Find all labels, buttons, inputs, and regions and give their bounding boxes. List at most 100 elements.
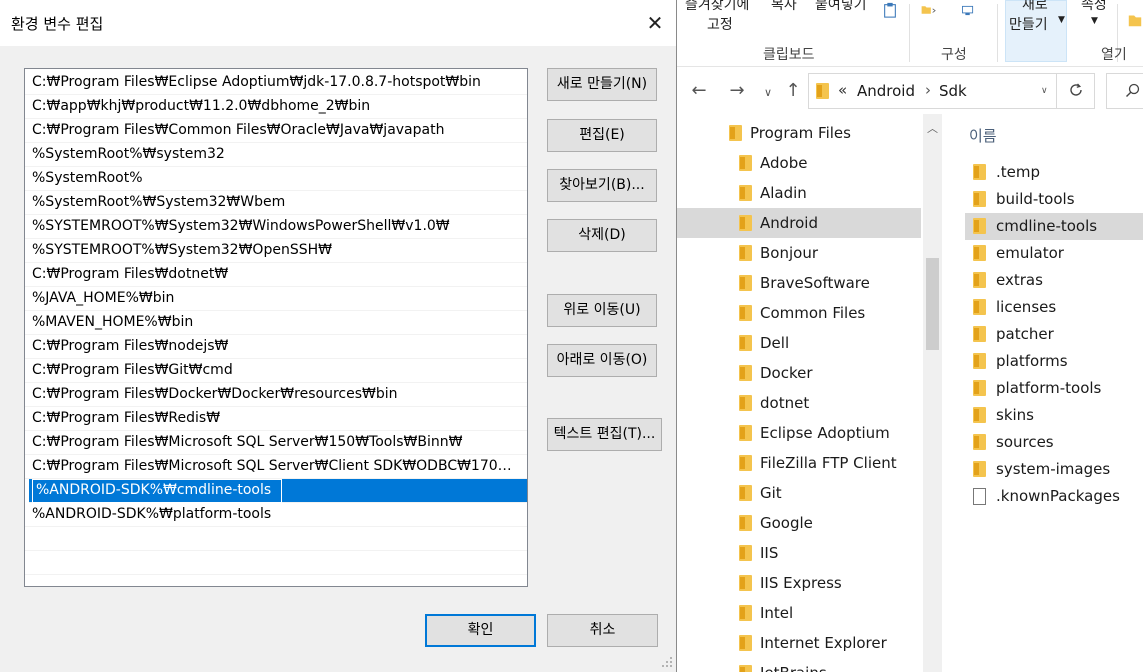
path-entry[interactable]: %ANDROID-SDK%₩cmdline-tools (29, 479, 527, 503)
folder-icon (973, 326, 986, 342)
path-entry[interactable]: %SystemRoot%₩system32 (25, 143, 527, 167)
nav-tree-item[interactable]: dotnet (677, 388, 921, 418)
ok-button[interactable]: 확인 (425, 614, 536, 647)
folder-icon (973, 164, 986, 180)
new-folder-button[interactable]: 새로 만들기 ▼ (1005, 0, 1067, 62)
cancel-button[interactable]: 취소 (547, 614, 658, 647)
path-entry[interactable]: C:₩Program Files₩Microsoft SQL Server₩Cl… (25, 455, 527, 479)
file-list-item[interactable]: system-images (965, 456, 1143, 483)
refresh-button[interactable] (1056, 73, 1095, 109)
nav-tree-item[interactable]: Program Files (677, 118, 921, 148)
resize-grip-icon[interactable] (660, 655, 674, 669)
nav-tree-item[interactable]: Dell (677, 328, 921, 358)
pin-quick-access-label-2[interactable]: 고정 (707, 14, 733, 34)
nav-tree-item[interactable]: Bonjour (677, 238, 921, 268)
path-list[interactable]: C:₩Program Files₩Eclipse Adoptium₩jdk-17… (24, 68, 528, 587)
nav-tree-item[interactable]: Internet Explorer (677, 628, 921, 658)
paste-button[interactable]: 붙여넣기 (815, 0, 867, 14)
back-button[interactable]: ← (688, 80, 710, 101)
navigation-scrollbar[interactable]: ︿ (923, 114, 942, 672)
move-up-button[interactable]: 위로 이동(U) (547, 294, 657, 327)
address-segment-android[interactable]: Android (857, 82, 915, 100)
path-entry[interactable]: %SystemRoot% (25, 167, 527, 191)
file-list-item[interactable]: extras (965, 267, 1143, 294)
nav-tree-item[interactable]: Intel (677, 598, 921, 628)
path-entry[interactable]: C:₩Program Files₩nodejs₩ (25, 335, 527, 359)
address-bar[interactable]: « Android › Sdk ∨ (808, 73, 1095, 109)
file-list-item[interactable]: build-tools (965, 186, 1143, 213)
nav-tree-item[interactable]: Common Files (677, 298, 921, 328)
file-list-item[interactable]: sources (965, 429, 1143, 456)
path-entry[interactable]: C:₩Program Files₩dotnet₩ (25, 263, 527, 287)
path-entry[interactable]: C:₩Program Files₩Common Files₩Oracle₩Jav… (25, 119, 527, 143)
clipboard-icon[interactable] (882, 2, 898, 18)
folder-icon (739, 155, 752, 171)
nav-tree-item[interactable]: JetBrains (677, 658, 921, 672)
up-button[interactable]: ↑ (782, 80, 804, 101)
folder-icon (816, 83, 829, 99)
file-list-item-name: skins (996, 406, 1034, 424)
file-list-item[interactable]: platform-tools (965, 375, 1143, 402)
scrollbar-thumb[interactable] (926, 258, 939, 350)
folder-icon (739, 275, 752, 291)
path-entry-text: C:₩Program Files₩Microsoft SQL Server₩15… (32, 434, 463, 450)
scroll-up-icon[interactable]: ︿ (923, 120, 942, 136)
browse-button[interactable]: 찾아보기(B)... (547, 169, 657, 202)
path-entry-text: C:₩Program Files₩Microsoft SQL Server₩Cl… (32, 458, 524, 474)
nav-tree-item[interactable]: Android (677, 208, 921, 238)
address-overflow-icon[interactable]: « (838, 81, 847, 99)
path-entry[interactable]: %SYSTEMROOT%₩System32₩OpenSSH₩ (25, 239, 527, 263)
file-list-item[interactable]: .temp (965, 159, 1143, 186)
nav-tree-item[interactable]: BraveSoftware (677, 268, 921, 298)
path-entry[interactable]: %SYSTEMROOT%₩System32₩WindowsPowerShell₩… (25, 215, 527, 239)
file-list-item[interactable]: platforms (965, 348, 1143, 375)
new-button[interactable]: 새로 만들기(N) (547, 68, 657, 101)
recent-locations-button[interactable]: ∨ (757, 86, 779, 99)
delete-button[interactable]: 삭제(D) (547, 219, 657, 252)
open-icon[interactable] (1127, 12, 1143, 28)
nav-tree-item[interactable]: Adobe (677, 148, 921, 178)
nav-tree-item[interactable]: FileZilla FTP Client (677, 448, 921, 478)
nav-tree-item[interactable]: Docker (677, 358, 921, 388)
move-to-icon[interactable] (921, 2, 937, 18)
address-segment-sdk[interactable]: Sdk (939, 82, 967, 100)
file-list-item[interactable]: skins (965, 402, 1143, 429)
move-down-button[interactable]: 아래로 이동(O) (547, 344, 657, 377)
dialog-titlebar[interactable]: 환경 변수 편집 ✕ (0, 0, 676, 46)
path-entry[interactable]: %JAVA_HOME%₩bin (25, 287, 527, 311)
properties-button[interactable]: 속성 (1081, 0, 1107, 14)
path-entry[interactable]: C:₩Program Files₩Git₩cmd (25, 359, 527, 383)
edit-button[interactable]: 편집(E) (547, 119, 657, 152)
nav-tree-item[interactable]: Eclipse Adoptium (677, 418, 921, 448)
chevron-down-icon[interactable]: ▼ (1091, 16, 1098, 26)
file-list-item[interactable]: emulator (965, 240, 1143, 267)
nav-tree-item[interactable]: Aladin (677, 178, 921, 208)
path-entry[interactable]: %SystemRoot%₩System32₩Wbem (25, 191, 527, 215)
name-column-header[interactable]: 이름 (969, 125, 997, 146)
close-icon[interactable]: ✕ (644, 13, 666, 35)
nav-tree-item[interactable]: Google (677, 508, 921, 538)
pin-quick-access-label[interactable]: 즐겨찾기에 (685, 0, 749, 14)
nav-tree-item[interactable]: IIS (677, 538, 921, 568)
path-entry[interactable]: C:₩Program Files₩Docker₩Docker₩resources… (25, 383, 527, 407)
search-input[interactable] (1106, 73, 1143, 109)
file-list-item[interactable]: licenses (965, 294, 1143, 321)
nav-tree-item[interactable]: Git (677, 478, 921, 508)
path-entry[interactable]: C:₩Program Files₩Microsoft SQL Server₩15… (25, 431, 527, 455)
edit-text-button[interactable]: 텍스트 편집(T)... (547, 418, 662, 451)
file-list-item[interactable]: .knownPackages (965, 483, 1143, 510)
nav-tree-item[interactable]: IIS Express (677, 568, 921, 598)
address-separator[interactable]: › (925, 81, 931, 99)
forward-button[interactable]: → (726, 80, 748, 101)
path-entry[interactable]: %MAVEN_HOME%₩bin (25, 311, 527, 335)
copy-to-icon[interactable] (961, 2, 977, 18)
path-entry[interactable]: C:₩Program Files₩Redis₩ (25, 407, 527, 431)
file-list-item[interactable]: patcher (965, 321, 1143, 348)
path-entry[interactable]: C:₩Program Files₩Eclipse Adoptium₩jdk-17… (25, 71, 527, 95)
path-entry[interactable]: C:₩app₩khj₩product₩11.2.0₩dbhome_2₩bin (25, 95, 527, 119)
nav-tree-label: Internet Explorer (760, 634, 887, 652)
path-entry[interactable]: %ANDROID-SDK%₩platform-tools (25, 503, 527, 527)
address-dropdown-icon[interactable]: ∨ (1041, 86, 1048, 96)
copy-button[interactable]: 복사 (771, 0, 797, 14)
file-list-item[interactable]: cmdline-tools (965, 213, 1143, 240)
